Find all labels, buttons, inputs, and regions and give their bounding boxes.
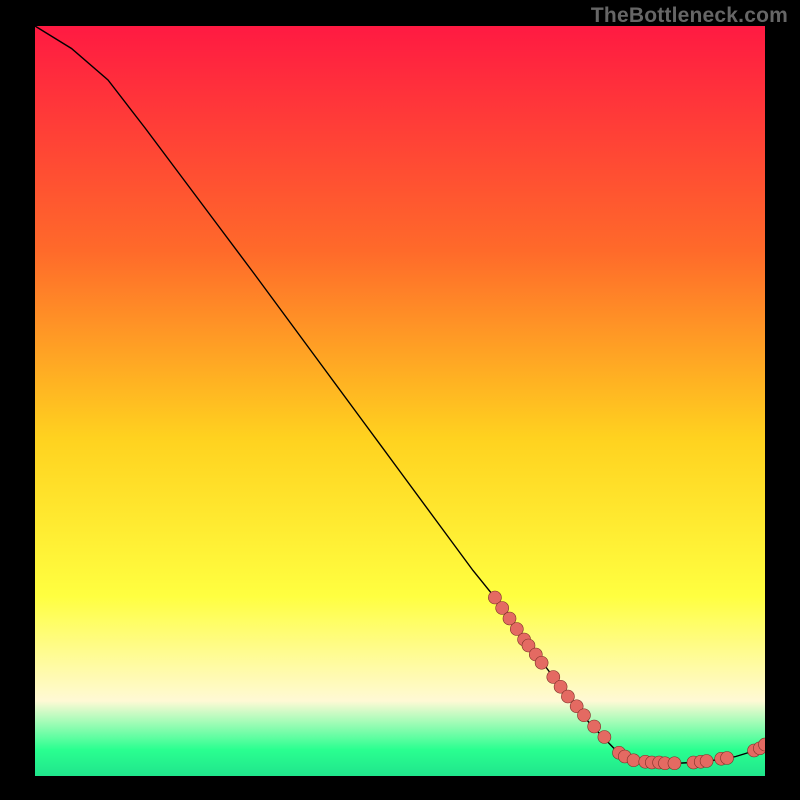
chart-marker: [598, 731, 611, 744]
chart-marker: [535, 656, 548, 669]
chart-marker: [577, 709, 590, 722]
chart-marker: [588, 720, 601, 733]
chart-marker: [721, 752, 734, 765]
chart-marker: [627, 754, 640, 767]
chart-svg: [35, 26, 765, 776]
watermark-text: TheBottleneck.com: [591, 4, 788, 28]
stage: TheBottleneck.com: [0, 0, 800, 800]
chart-marker: [668, 757, 681, 770]
chart-background: [35, 26, 765, 776]
chart-marker: [700, 755, 713, 768]
chart-plot-area: [35, 26, 765, 776]
